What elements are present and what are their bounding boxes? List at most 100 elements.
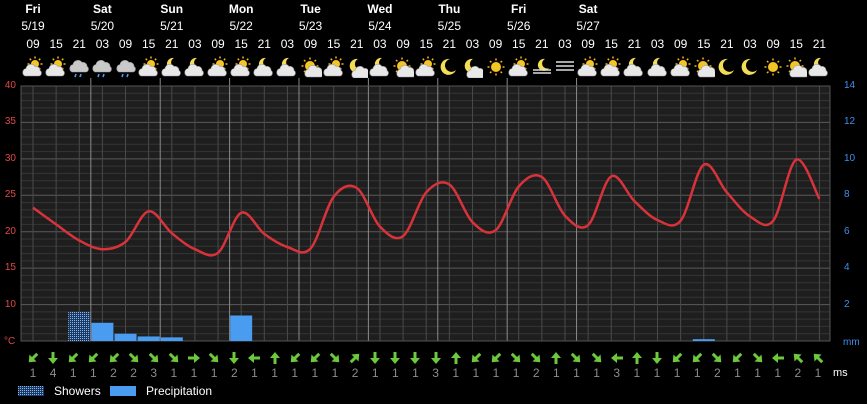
arrow-southwest-icon [288,351,302,365]
temperature-unit-label: °C [4,336,16,347]
arrow-southeast-icon [147,351,161,365]
wind-speed-label: 1 [190,366,198,380]
arrow-south-icon [408,351,422,365]
arrow-south-icon [650,351,664,365]
arrow-north-icon [630,351,644,365]
arrow-north-icon [549,351,563,365]
wind-speed-label: 1 [734,366,741,380]
wind-speed-label: 4 [49,366,57,380]
precipitation-bar [137,336,160,341]
legend-showers-label: Showers [54,384,101,398]
wind-speed-label: 1 [573,366,580,380]
precipitation-unit-label: mm [843,337,860,348]
showers-bar [68,311,91,341]
arrow-southeast-icon [207,351,221,365]
precipitation-tick-label: 10 [844,152,856,164]
precipitation-bar [692,339,715,341]
arrow-southeast-icon [328,351,342,365]
arrow-west-icon [247,351,261,365]
wind-speed-label: 1 [271,366,278,380]
arrow-northeast-icon [348,351,362,365]
arrow-south-icon [227,351,241,365]
wind-speed-label: 3 [432,366,439,380]
wind-speed-label: 1 [251,366,258,380]
temperature-tick-label: 30 [4,152,16,164]
arrow-south-icon [429,351,443,365]
wind-speed-label: 3 [613,366,621,380]
arrow-southwest-icon [489,351,503,365]
arrow-north-icon [449,351,463,365]
precipitation-bar [230,315,253,341]
wind-speed-label: 2 [230,366,238,380]
forecast-plot [20,78,831,342]
arrow-south-icon [388,351,402,365]
arrow-southeast-icon [590,351,604,365]
wind-speed-label: 1 [754,366,761,380]
temperature-tick-label: 25 [4,189,16,201]
wind-speed-label: 1 [90,366,97,380]
wind-speed-label: 2 [532,366,540,380]
arrow-southwest-icon [86,351,100,365]
wind-speed-label: 1 [331,366,339,380]
arrow-southeast-icon [751,351,765,365]
temperature-tick-label: 15 [4,262,16,274]
weather-forecast-chart: { "days": [ {"name":"Fri","date":"5/19"}… [0,0,867,404]
wind-unit-label: ms [833,367,848,379]
wind-speed-label: 1 [693,366,701,380]
arrow-southwest-icon [469,351,483,365]
arrow-north-icon [268,351,282,365]
arrow-southwest-icon [690,351,704,365]
temperature-tick-label: 10 [4,298,16,310]
wind-speed-label: 1 [412,366,419,380]
precipitation-tick-label: 2 [844,298,850,310]
wind-speed-label: 1 [452,366,460,380]
arrow-southwest-icon [670,351,684,365]
wind-speed-label: 1 [633,366,641,380]
precipitation-swatch [110,386,136,396]
wind-speed-label: 2 [130,366,137,380]
wind-speed-label: 1 [593,366,600,380]
plot-background [21,86,830,341]
arrow-northwest-icon [811,351,825,365]
wind-speed-label: 1 [371,366,379,380]
precipitation-bar [160,337,183,341]
arrow-south-icon [368,351,382,365]
arrow-east-icon [187,351,201,365]
precipitation-tick-label: 14 [844,80,856,91]
precipitation-tick-label: 4 [844,262,850,274]
arrow-west-icon [771,351,785,365]
arrow-southwest-icon [308,351,322,365]
legend-showers: Showers [18,384,101,398]
showers-swatch [18,386,44,396]
arrow-southeast-icon [167,351,181,365]
arrow-southeast-icon [127,351,141,365]
wind-speed-label: 1 [69,366,77,380]
legend-precipitation-label: Precipitation [146,384,213,398]
wind-speed-label: 1 [814,366,822,380]
wind-speed-label: 1 [291,366,298,380]
precipitation-tick-label: 6 [844,225,850,237]
precipitation-bar [91,322,114,341]
arrow-southwest-icon [730,351,744,365]
wind-speed-label: 1 [653,366,661,380]
arrow-southeast-icon [710,351,724,365]
arrow-southwest-icon [26,351,40,365]
wind-speed-label: 3 [150,366,158,380]
wind-speed-label: 2 [110,366,117,380]
temperature-tick-label: 35 [4,116,16,128]
temperature-tick-label: 40 [4,80,16,91]
wind-speed-label: 1 [673,366,681,380]
wind-speed-label: 1 [472,366,480,380]
legend-precipitation: Precipitation [110,384,212,398]
precipitation-bar [114,333,137,341]
arrow-southwest-icon [107,351,121,365]
arrow-south-icon [46,351,60,365]
wind-speed-label: 1 [210,366,218,380]
wind-speed-label: 1 [29,366,37,380]
precipitation-tick-label: 12 [844,116,856,128]
wind-speed-label: 1 [170,366,178,380]
arrow-southeast-icon [569,351,583,365]
wind-speed-label: 1 [552,366,560,380]
wind-speed-label: 1 [774,366,782,380]
wind-speed-label: 2 [714,366,721,380]
